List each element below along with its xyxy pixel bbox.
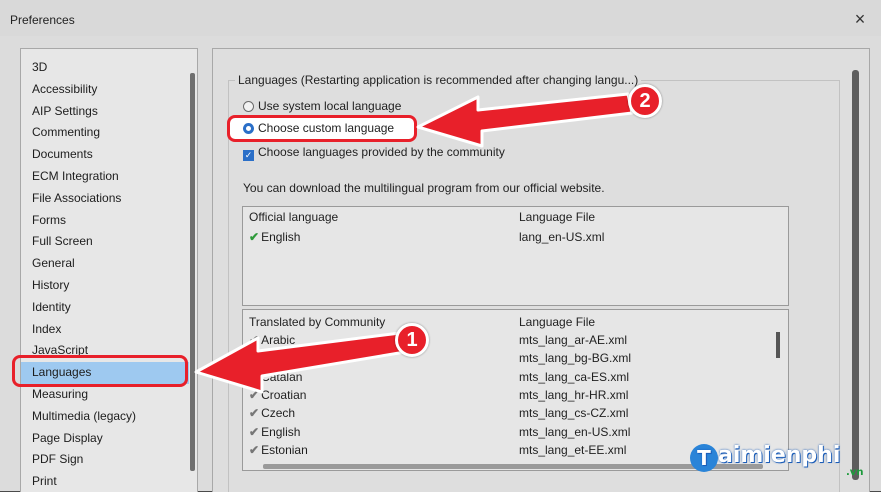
annotation-arrows	[194, 92, 634, 394]
arrow-1	[194, 331, 407, 394]
arrow-2	[416, 92, 634, 148]
annotation-badge-1: 1	[395, 323, 429, 357]
watermark-suffix: .vn	[846, 467, 864, 478]
annotation-badge-2: 2	[628, 84, 662, 118]
preferences-window: Preferences × 3D Accessibility AIP Setting…	[0, 0, 881, 492]
watermark-logo-icon: T	[690, 444, 718, 472]
watermark-text: aimienphi	[718, 443, 841, 468]
watermark: Taimienphi .vn	[690, 443, 863, 483]
